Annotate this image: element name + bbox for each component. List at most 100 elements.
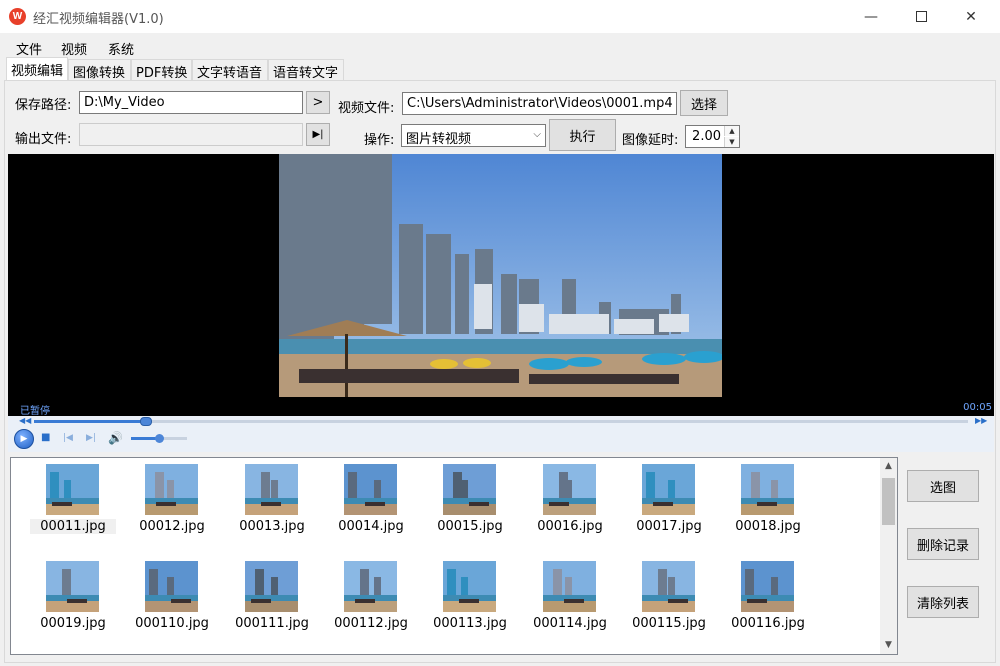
close-icon: ✕ [965,8,977,25]
chevron-down-icon[interactable]: ▼ [724,137,739,147]
output-file-label: 输出文件: [15,132,72,147]
operation-value: 图片转视频 [406,132,472,147]
volume-handle[interactable] [155,434,164,443]
thumbnail-label: 00012.jpg [139,519,205,534]
thumbnail-image [145,464,198,515]
select-image-button[interactable]: 选图 [907,470,979,502]
image-delay-value: 2.00 [692,129,721,144]
tab-video-edit[interactable]: 视频编辑 [6,57,68,80]
thumbnail-item[interactable]: 00011.jpg [30,461,116,543]
scroll-thumb[interactable] [882,478,895,525]
image-delay-stepper[interactable]: 2.00 ▲ ▼ [685,125,740,148]
thumbnail-item[interactable]: 000115.jpg [626,558,706,640]
volume-slider[interactable] [131,434,187,443]
tab-text-to-speech[interactable]: 文字转语音 [192,59,268,81]
beach-city-scene [279,154,722,397]
thumbnail-label: 00015.jpg [437,519,503,534]
scroll-up-icon[interactable]: ▲ [880,458,897,475]
thumbnail-item[interactable]: 000116.jpg [725,558,805,640]
image-delay-label: 图像延时: [622,133,679,148]
thumbnail-item[interactable]: 000112.jpg [328,558,408,640]
volume-icon[interactable]: 🔊 [108,431,123,445]
tab-image-convert[interactable]: 图像转换 [68,59,131,81]
thumbnail-item[interactable]: 000114.jpg [527,558,607,640]
thumbnail-item[interactable]: 00016.jpg [527,461,607,543]
playback-status: 已暂停 [20,406,50,417]
browse-path-button[interactable]: > [306,91,330,114]
title-bar: W 经汇视频编辑器(V1.0) — ✕ [0,0,1000,33]
player-controls: ◀◀ ▶▶ ▶ ■ |◀ ▶| 🔊 [8,416,994,452]
thumbnail-image [145,561,198,612]
thumbnail-item[interactable]: 00012.jpg [129,461,209,543]
thumbnail-item[interactable]: 00018.jpg [725,461,805,543]
thumbnail-image [741,561,794,612]
thumbnail-image [245,464,298,515]
thumbnail-label: 00019.jpg [40,616,106,631]
thumbnail-image [46,561,99,612]
thumbnail-item[interactable]: 000110.jpg [129,558,209,640]
thumbnail-item[interactable]: 000113.jpg [427,558,507,640]
tab-speech-to-text[interactable]: 语音转文字 [268,59,344,81]
thumbnail-label: 000110.jpg [135,616,209,631]
scroll-down-icon[interactable]: ▼ [880,637,897,654]
previous-icon[interactable]: |◀ [63,433,73,443]
thumbnail-item[interactable]: 00013.jpg [229,461,309,543]
thumbnail-item[interactable]: 00017.jpg [626,461,706,543]
video-frame [279,154,722,397]
minimize-icon: — [864,8,878,25]
play-icon: ▶ [20,434,28,444]
window-title: 经汇视频编辑器(V1.0) [33,12,164,27]
output-file-input[interactable] [79,123,303,146]
seek-handle[interactable] [140,417,153,426]
maximize-button[interactable] [896,0,946,33]
video-player[interactable]: 已暂停 00:05 [8,154,994,417]
seek-bar[interactable] [34,417,968,426]
rewind-icon[interactable]: ◀◀ [19,416,31,425]
thumbnail-item[interactable]: 000111.jpg [229,558,309,640]
video-file-input[interactable]: C:\Users\Administrator\Videos\0001.mp4 [402,92,677,115]
save-path-label: 保存路径: [15,98,72,113]
thumbnail-item[interactable]: 00014.jpg [328,461,408,543]
delete-record-button[interactable]: 删除记录 [907,528,979,560]
stop-icon[interactable]: ■ [41,432,50,443]
video-file-label: 视频文件: [338,101,395,116]
thumbnail-label: 00017.jpg [636,519,702,534]
clear-list-button[interactable]: 清除列表 [907,586,979,618]
thumbnail-image [741,464,794,515]
thumbnail-label: 00014.jpg [338,519,404,534]
operation-label: 操作: [364,133,395,148]
thumbnail-label: 000112.jpg [334,616,408,631]
thumbnail-label: 000115.jpg [632,616,706,631]
operation-select[interactable]: 图片转视频 ⌵ [401,124,546,147]
thumbnail-image [543,464,596,515]
menu-bar: 文件 视频 系统 [0,33,1000,59]
playback-time: 00:05 [963,402,992,413]
thumbnail-image [245,561,298,612]
thumbnail-list[interactable]: ▲ ▼ 00011.jpg 00012.jpg 00013.jpg 00014.jpg… [10,457,898,655]
thumbnail-item[interactable]: 00019.jpg [30,558,110,640]
execute-button[interactable]: 执行 [549,119,616,151]
thumbnail-image [344,561,397,612]
menu-system[interactable]: 系统 [108,39,134,58]
select-file-button[interactable]: 选择 [680,90,728,116]
chevron-up-icon[interactable]: ▲ [724,126,739,136]
thumbnail-image [46,464,99,515]
minimize-button[interactable]: — [846,0,896,33]
thumbnail-label: 00013.jpg [239,519,305,534]
thumbnail-label: 000113.jpg [433,616,507,631]
menu-file[interactable]: 文件 [16,39,42,58]
tab-pdf-convert[interactable]: PDF转换 [131,59,192,81]
thumbnail-label: 000111.jpg [235,616,309,631]
output-play-button[interactable]: ▶| [306,123,330,146]
next-icon[interactable]: ▶| [86,433,96,443]
thumbnail-item[interactable]: 00015.jpg [427,461,507,543]
thumbnail-image [344,464,397,515]
close-button[interactable]: ✕ [946,0,996,33]
save-path-input[interactable]: D:\My_Video [79,91,303,114]
vertical-scrollbar[interactable]: ▲ ▼ [880,458,897,654]
thumbnail-image [543,561,596,612]
fast-forward-icon[interactable]: ▶▶ [975,416,987,425]
thumbnail-label: 00016.jpg [537,519,603,534]
menu-video[interactable]: 视频 [61,39,87,58]
play-button[interactable]: ▶ [14,429,34,449]
